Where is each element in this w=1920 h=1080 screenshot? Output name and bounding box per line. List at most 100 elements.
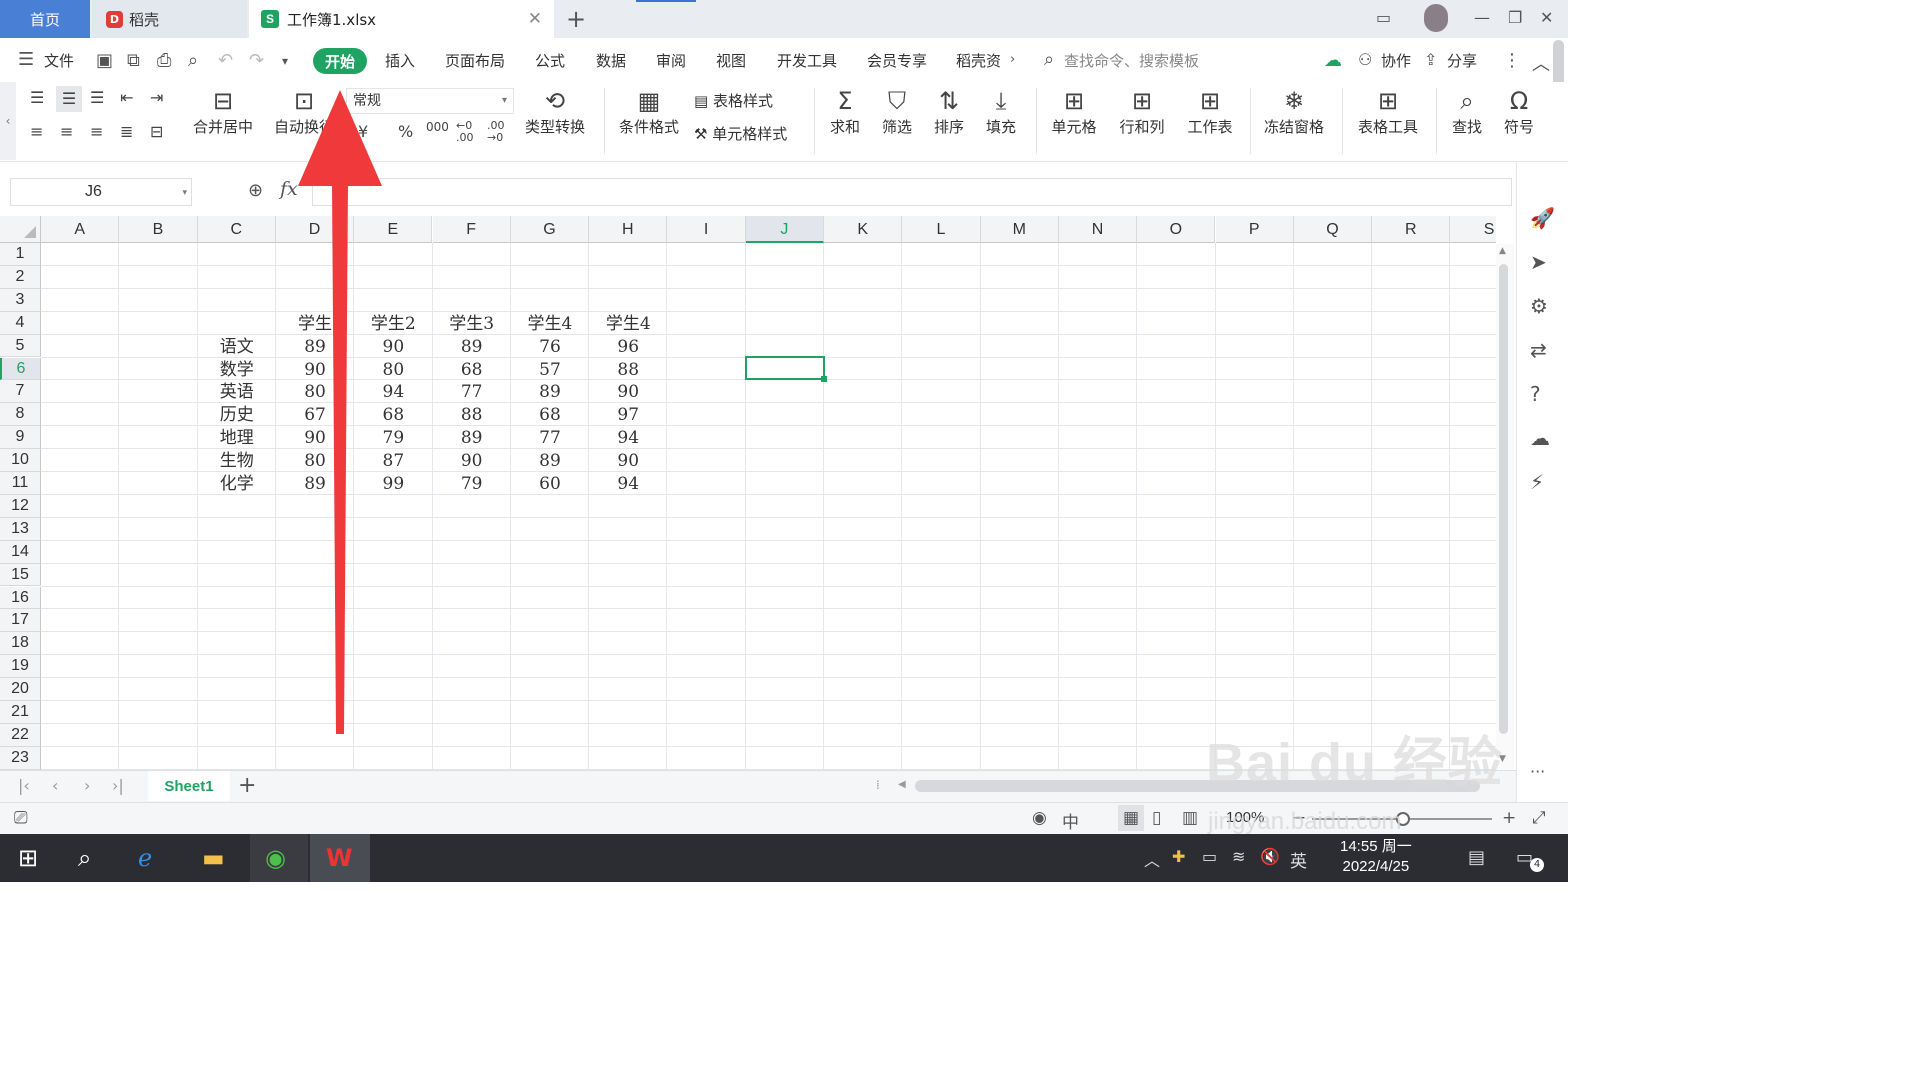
row-header-16[interactable]: 16 bbox=[0, 586, 41, 610]
align-center-icon[interactable]: ≡ bbox=[60, 122, 73, 141]
column-header-m[interactable]: M bbox=[980, 216, 1059, 243]
ime-indicator[interactable]: 英 bbox=[1290, 847, 1307, 872]
formula-input[interactable] bbox=[312, 178, 1512, 206]
table-header-cell[interactable]: 学生4 bbox=[511, 313, 589, 335]
thousands-separator-icon[interactable]: 000 bbox=[426, 120, 449, 134]
score-cell[interactable]: 79 bbox=[433, 473, 511, 495]
wps-icon[interactable]: W bbox=[326, 844, 352, 872]
row-header-15[interactable]: 15 bbox=[0, 563, 41, 587]
menu-view[interactable]: 视图 bbox=[716, 50, 746, 71]
column-header-g[interactable]: G bbox=[510, 216, 590, 243]
backup-icon[interactable]: ☁ bbox=[1530, 426, 1550, 450]
scroll-up-icon[interactable]: ▲ bbox=[1499, 246, 1506, 256]
justify-icon[interactable]: ≣ bbox=[120, 122, 133, 141]
cloud-sync-icon[interactable]: ☁ bbox=[1324, 50, 1342, 71]
ie-browser-icon[interactable]: ℯ bbox=[138, 844, 152, 872]
find-button[interactable]: ⌕ 查找 bbox=[1444, 86, 1490, 137]
freeze-panes-button[interactable]: ❄ 冻结窗格 bbox=[1256, 86, 1332, 137]
tab-daoke[interactable]: D 稻壳 bbox=[92, 0, 247, 38]
selected-cell[interactable] bbox=[745, 356, 827, 382]
score-cell[interactable]: 88 bbox=[433, 404, 511, 426]
restore-icon[interactable]: ❐ bbox=[1508, 8, 1522, 27]
symbol-button[interactable]: Ω 符号 bbox=[1496, 86, 1542, 137]
redo-icon[interactable]: ↷ bbox=[249, 50, 264, 71]
subject-cell[interactable]: 地理 bbox=[198, 427, 276, 449]
number-format-select[interactable]: 常规 ▾ bbox=[346, 88, 514, 114]
windows-start-icon[interactable]: ⊞ bbox=[18, 844, 38, 872]
align-right-icon[interactable]: ≡ bbox=[90, 122, 103, 141]
column-header-i[interactable]: I bbox=[667, 216, 746, 243]
column-header-b[interactable]: B bbox=[119, 216, 198, 243]
add-sheet-icon[interactable]: + bbox=[238, 773, 256, 798]
merge-center-button[interactable]: ⊟ 合并居中 bbox=[186, 86, 260, 137]
scroll-left-icon[interactable]: ◀ bbox=[898, 779, 906, 790]
subject-cell[interactable]: 数学 bbox=[198, 359, 276, 381]
menu-page-layout[interactable]: 页面布局 bbox=[445, 50, 505, 71]
subject-cell[interactable]: 化学 bbox=[198, 473, 276, 495]
rocket-icon[interactable]: 🚀 bbox=[1530, 206, 1555, 230]
vertical-scrollbar[interactable]: ▲ ▼ bbox=[1496, 244, 1514, 770]
share-button[interactable]: 分享 bbox=[1447, 50, 1477, 71]
table-style-button[interactable]: ▤ 表格样式 bbox=[694, 90, 773, 111]
conditional-format-button[interactable]: ▦ 条件格式 bbox=[612, 86, 686, 137]
avatar[interactable] bbox=[1424, 4, 1448, 32]
column-header-r[interactable]: R bbox=[1372, 216, 1451, 243]
score-cell[interactable]: 99 bbox=[354, 473, 432, 495]
score-cell[interactable]: 89 bbox=[433, 336, 511, 358]
row-header-18[interactable]: 18 bbox=[0, 632, 41, 656]
row-col-button[interactable]: ⊞ 行和列 bbox=[1112, 86, 1172, 137]
row-header-8[interactable]: 8 bbox=[0, 403, 41, 427]
score-cell[interactable]: 90 bbox=[589, 381, 667, 403]
menu-more-icon[interactable]: › bbox=[1010, 52, 1015, 67]
tray-app-icon[interactable]: ✚ bbox=[1172, 847, 1185, 866]
row-header-4[interactable]: 4 bbox=[0, 311, 41, 335]
increase-decimal-icon[interactable]: ←0 .00 bbox=[456, 120, 478, 144]
last-sheet-icon[interactable]: ›| bbox=[112, 776, 124, 795]
transform-icon[interactable]: ⇄ bbox=[1530, 338, 1547, 362]
zoom-formula-icon[interactable]: ⊕ bbox=[248, 180, 263, 201]
command-search-input[interactable]: 查找命令、搜索模板 bbox=[1064, 50, 1199, 71]
column-header-f[interactable]: F bbox=[432, 216, 511, 243]
auto-wrap-button[interactable]: ⊡ 自动换行 bbox=[268, 86, 340, 137]
column-header-n[interactable]: N bbox=[1058, 216, 1138, 243]
percent-icon[interactable]: % bbox=[398, 122, 413, 141]
menu-formula[interactable]: 公式 bbox=[535, 50, 565, 71]
row-header-14[interactable]: 14 bbox=[0, 540, 41, 564]
lightning-icon[interactable]: ⚡ bbox=[1530, 470, 1544, 494]
row-header-21[interactable]: 21 bbox=[0, 701, 41, 724]
clock[interactable]: 14:55 周一 2022/4/25 bbox=[1340, 837, 1412, 877]
row-header-6[interactable]: 6 bbox=[0, 357, 41, 381]
column-header-a[interactable]: A bbox=[41, 216, 120, 243]
column-header-l[interactable]: L bbox=[902, 216, 981, 243]
score-cell[interactable]: 97 bbox=[589, 404, 667, 426]
save-icon[interactable]: ▣ bbox=[96, 50, 113, 71]
eye-protect-icon[interactable]: ◉ bbox=[1032, 808, 1047, 828]
align-left-icon[interactable]: ≡ bbox=[30, 122, 43, 141]
close-window-icon[interactable]: ✕ bbox=[1540, 8, 1553, 27]
filter-button[interactable]: ⛉ 筛选 bbox=[874, 86, 920, 137]
score-cell[interactable]: 89 bbox=[511, 450, 589, 472]
table-tools-button[interactable]: ⊞ 表格工具 bbox=[1350, 86, 1426, 137]
row-header-20[interactable]: 20 bbox=[0, 678, 41, 701]
fullscreen-icon[interactable]: ⤢ bbox=[1532, 808, 1546, 828]
scrollbar-thumb[interactable] bbox=[1499, 264, 1508, 734]
more-options-icon[interactable]: ⋮ bbox=[1503, 50, 1521, 71]
prev-sheet-icon[interactable]: ‹ bbox=[52, 776, 58, 795]
align-top-icon[interactable]: ☰ bbox=[30, 88, 44, 107]
table-header-cell[interactable]: 学生4 bbox=[589, 313, 667, 335]
table-header-cell[interactable]: 学生2 bbox=[354, 313, 432, 335]
export-icon[interactable]: ⧉ bbox=[127, 50, 140, 71]
worksheet-button[interactable]: ⊞ 工作表 bbox=[1180, 86, 1240, 137]
row-header-7[interactable]: 7 bbox=[0, 380, 41, 404]
align-middle-icon[interactable]: ☰ bbox=[56, 86, 82, 112]
first-sheet-icon[interactable]: |‹ bbox=[18, 776, 30, 795]
score-cell[interactable]: 76 bbox=[511, 336, 589, 358]
new-tab-button[interactable]: + bbox=[566, 5, 586, 33]
page-break-view-icon[interactable]: ▥ bbox=[1182, 808, 1198, 828]
score-cell[interactable]: 60 bbox=[511, 473, 589, 495]
hamburger-icon[interactable]: ☰ bbox=[18, 49, 34, 70]
file-explorer-icon[interactable]: ▬ bbox=[202, 844, 225, 872]
score-cell[interactable]: 89 bbox=[276, 336, 354, 358]
battery-icon[interactable]: ▭ bbox=[1202, 847, 1217, 866]
row-header-19[interactable]: 19 bbox=[0, 655, 41, 679]
